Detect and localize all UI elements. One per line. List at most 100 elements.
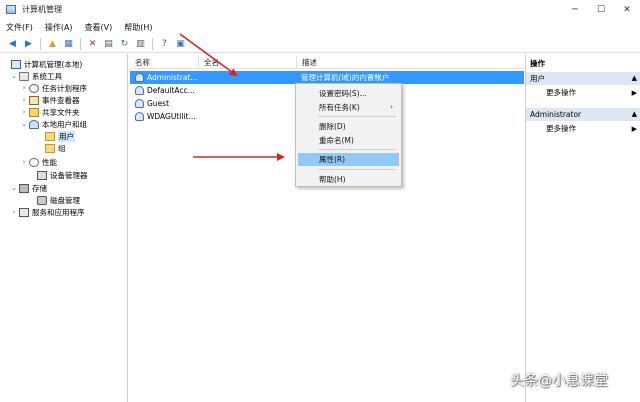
show-hide-tree-icon: ▦ [64, 38, 73, 49]
actions-section-header[interactable]: 用户 ▲ [526, 72, 640, 85]
minimize-button[interactable]: ─ [562, 0, 588, 19]
expand-arrow-icon[interactable]: ⌄ [20, 120, 28, 128]
tools-icon [19, 71, 29, 81]
expand-arrow-icon[interactable]: ⌄ [10, 72, 18, 80]
user-name-cell: Administrat... [147, 73, 197, 82]
expand-arrow-icon[interactable]: ⌄ [10, 184, 18, 192]
tree-node-label: 计算机管理(本地) [24, 59, 83, 69]
tree-node[interactable]: ⌄ 系统工具 [10, 70, 62, 82]
up-folder-button[interactable]: ▲ [46, 37, 59, 50]
properties-button[interactable]: ▤ [102, 37, 115, 50]
menu-separator [318, 169, 396, 170]
context-menu-item[interactable]: 设置密码(S)... [298, 87, 399, 100]
services-icon [19, 207, 29, 217]
storage-icon [19, 183, 29, 193]
column-header[interactable]: 描述 [296, 56, 317, 69]
context-menu-item[interactable]: 属性(R) [298, 153, 399, 166]
context-menu-item[interactable]: 帮助(H) [298, 173, 399, 186]
tree-node-label: 共享文件夹 [42, 107, 80, 117]
collapse-caret-icon[interactable]: ▲ [632, 72, 637, 85]
help-icon: ? [162, 38, 167, 49]
maximize-button[interactable]: ☐ [588, 0, 614, 19]
tree-node-label: 设备管理器 [50, 170, 88, 180]
tree-node[interactable]: 用户 [36, 130, 75, 142]
actions-section-header[interactable]: Administrator ▲ [526, 108, 640, 121]
toolbar-separator [40, 37, 41, 50]
mmc-view-button[interactable]: ▣ [174, 37, 187, 50]
tree-node-label: 用户 [58, 130, 75, 142]
menu-item[interactable]: 查看(V) [79, 22, 119, 33]
context-menu-label: 重命名(M) [319, 136, 354, 145]
menu-separator [318, 116, 396, 117]
user-icon [135, 86, 144, 95]
event-viewer-icon [29, 95, 39, 105]
back-arrow-button[interactable]: ◀ [6, 37, 19, 50]
tree-node[interactable]: › 共享文件夹 [20, 106, 80, 118]
context-menu-label: 删除(D) [319, 122, 346, 131]
menu-item[interactable]: 文件(F) [0, 22, 39, 33]
window-title: 计算机管理 [22, 5, 62, 14]
close-button[interactable]: ✕ [614, 0, 640, 19]
toolbar-separator [80, 37, 81, 50]
refresh-icon: ↻ [120, 38, 129, 49]
tree-node[interactable]: 磁盘管理 [28, 194, 80, 206]
context-menu-label: 所有任务(K) [319, 103, 360, 112]
tree-node[interactable]: › 任务计划程序 [20, 82, 87, 94]
tree-node-label: 磁盘管理 [50, 195, 80, 205]
tree-node[interactable]: ⌄ 存储 [10, 182, 47, 194]
computer-management-icon [6, 5, 16, 14]
forward-arrow-button[interactable]: ▶ [22, 37, 35, 50]
context-menu-item[interactable]: 删除(D) [298, 120, 399, 133]
tree-node[interactable]: 组 [36, 142, 66, 154]
submenu-arrow-icon: ▶ [631, 125, 637, 133]
expand-arrow-icon[interactable]: › [20, 96, 28, 104]
watermark: 头条@小息课堂 [510, 373, 608, 389]
forward-arrow-icon: ▶ [25, 38, 32, 49]
maximize-icon: ☐ [596, 4, 606, 15]
more-actions-item[interactable]: 更多操作 ▶ [526, 123, 640, 135]
show-hide-tree-button[interactable]: ▦ [62, 37, 75, 50]
device-manager-icon [37, 170, 47, 180]
tree-node[interactable]: ⌄ 本地用户和组 [20, 118, 87, 130]
window-controls: ─ ☐ ✕ [562, 0, 640, 19]
tree-node-label: 事件查看器 [42, 95, 80, 105]
submenu-arrow-icon: › [390, 103, 393, 111]
help-button[interactable]: ? [158, 37, 171, 50]
title-bar: 计算机管理 ─ ☐ ✕ [0, 0, 640, 19]
expand-arrow-icon[interactable]: › [20, 84, 28, 92]
context-menu-item[interactable]: 重命名(M) [298, 134, 399, 147]
actions-section-title: Administrator [530, 110, 582, 119]
expand-arrow-icon[interactable]: › [20, 108, 28, 116]
export-list-button[interactable]: ▥ [134, 37, 147, 50]
delete-button[interactable]: ✕ [86, 37, 99, 50]
tree-node[interactable]: › 性能 [20, 156, 57, 168]
properties-icon: ▤ [104, 38, 113, 49]
tree-node[interactable]: › 事件查看器 [20, 94, 80, 106]
menu-item[interactable]: 操作(A) [39, 22, 79, 33]
tree-node[interactable]: › 服务和应用程序 [10, 206, 85, 218]
folder-icon [45, 131, 55, 141]
mmc-view-icon: ▣ [176, 38, 185, 49]
delete-icon: ✕ [88, 38, 97, 49]
close-icon: ✕ [623, 4, 631, 15]
column-header[interactable]: 全名 [198, 56, 219, 69]
menu-bar: 文件(F) 操作(A) 查看(V) 帮助(H) [0, 19, 640, 35]
expand-arrow-icon[interactable]: › [10, 208, 18, 216]
collapse-caret-icon[interactable]: ▲ [632, 108, 637, 121]
expand-arrow-icon[interactable]: › [20, 158, 28, 166]
refresh-button[interactable]: ↻ [118, 37, 131, 50]
tree-node-label: 本地用户和组 [42, 119, 87, 129]
context-menu-item[interactable]: 所有任务(K) › [298, 101, 399, 114]
column-header[interactable]: 名称 [130, 56, 150, 69]
tree-node[interactable]: 设备管理器 [28, 169, 88, 181]
disk-icon [37, 195, 47, 205]
more-actions-item[interactable]: 更多操作 ▶ [526, 87, 640, 99]
tree-node[interactable]: 计算机管理(本地) [2, 58, 82, 70]
minimize-icon: ─ [572, 4, 578, 15]
menu-item[interactable]: 帮助(H) [118, 22, 158, 33]
back-arrow-icon: ◀ [9, 38, 16, 49]
task-scheduler-icon [29, 83, 39, 93]
toolbar: ◀ ▶ ▲ ▦ ✕ ▤ ↻ ▥? ▣ [0, 35, 640, 53]
context-menu-label: 帮助(H) [319, 175, 346, 184]
context-menu-label: 设置密码(S)... [319, 89, 367, 98]
